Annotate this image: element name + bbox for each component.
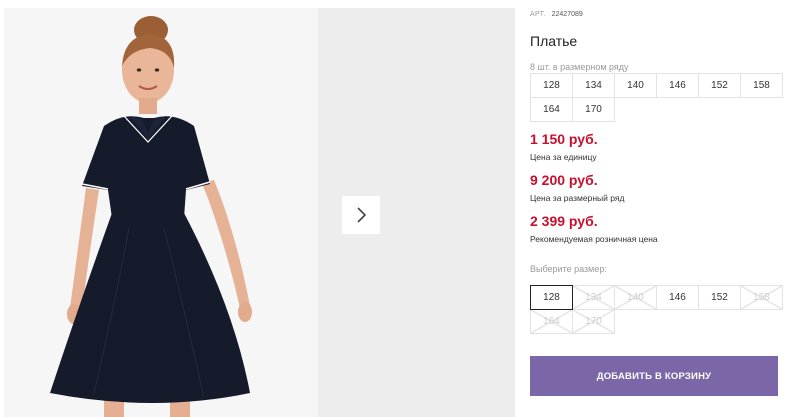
pack-price-caption: Цена за размерный ряд [530, 193, 625, 203]
girl-in-dress-image [4, 8, 318, 417]
pack-size-cell: 140 [614, 73, 657, 98]
pack-size-cell: 152 [698, 73, 741, 98]
pack-size-cell: 134 [572, 73, 615, 98]
pack-size-cell: 164 [530, 97, 573, 122]
size-option-140: 140 [614, 285, 657, 310]
size-option-152[interactable]: 152 [698, 285, 741, 310]
retail-price-caption: Рекомендуемая розничная цена [530, 234, 658, 244]
article-number: АРТ. 22427089 [530, 11, 583, 18]
pack-size-cell: 158 [740, 73, 783, 98]
article-label: АРТ. [530, 11, 546, 18]
article-value: 22427089 [551, 11, 583, 18]
size-option-label: 170 [585, 316, 602, 327]
retail-price: 2 399 руб. Рекомендуемая розничная цена [530, 213, 658, 244]
pack-note: 8 шт. в размерном ряду [530, 62, 629, 72]
unit-price: 1 150 руб. Цена за единицу [530, 131, 598, 162]
pack-size-grid: 128 134 140 146 152 158 164 170 [530, 73, 783, 122]
size-option-label: 128 [543, 292, 560, 303]
size-option-label: 146 [669, 292, 686, 303]
retail-price-amount: 2 399 руб. [530, 213, 598, 229]
next-image-button[interactable] [342, 196, 380, 234]
size-option-134: 134 [572, 285, 615, 310]
pack-size-cell: 170 [572, 97, 615, 122]
add-to-cart-button[interactable]: ДОБАВИТЬ В КОРЗИНУ [530, 356, 778, 396]
size-option-label: 164 [543, 316, 560, 327]
pack-size-cell: 146 [656, 73, 699, 98]
pack-price: 9 200 руб. Цена за размерный ряд [530, 172, 624, 203]
unit-price-amount: 1 150 руб. [530, 131, 598, 147]
product-photo[interactable] [4, 8, 318, 417]
size-option-label: 152 [711, 292, 728, 303]
size-option-146[interactable]: 146 [656, 285, 699, 310]
product-title: Платье [530, 33, 578, 49]
chevron-right-icon [357, 207, 367, 223]
size-option-128[interactable]: 128 [530, 285, 573, 310]
size-option-158: 158 [740, 285, 783, 310]
size-option-164: 164 [530, 309, 573, 334]
pack-size-cell: 128 [530, 73, 573, 98]
unit-price-caption: Цена за единицу [530, 152, 597, 162]
size-option-label: 134 [585, 292, 602, 303]
choose-size-label: Выберите размер: [530, 264, 607, 274]
product-gallery [0, 0, 519, 417]
product-info: АРТ. 22427089 Платье 8 шт. в размерном р… [530, 0, 800, 417]
size-selector: 128 134 140 146 152 158 164 170 [530, 285, 783, 334]
size-option-label: 158 [753, 292, 770, 303]
size-option-label: 140 [627, 292, 644, 303]
pack-price-amount: 9 200 руб. [530, 172, 598, 188]
size-option-170: 170 [572, 309, 615, 334]
